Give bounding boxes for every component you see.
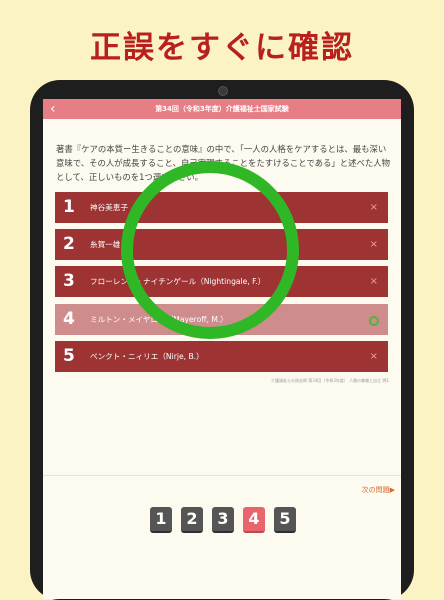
- question-text: 著書『ケアの本質ー生きることの意味』の中で、「一人の人格をケアするとは、最も深い…: [56, 144, 390, 182]
- answer-option-5[interactable]: 5 ベンクト・ニィリエ（Nirje, B.） ×: [55, 340, 388, 372]
- navbar: 第34回（令和3年度）介護福祉士国家試験 ‹: [43, 99, 401, 119]
- answer-option-4[interactable]: 4 ミルトン・メイヤロフ（Mayeroff, M.） ○: [55, 303, 388, 335]
- tablet-frame: 第34回（令和3年度）介護福祉士国家試験 ‹ 著書『ケアの本質ー生きることの意味…: [30, 80, 414, 600]
- wrong-mark-icon: ×: [369, 350, 378, 362]
- wrong-mark-icon: ×: [369, 276, 378, 288]
- page-button-5[interactable]: 5: [274, 507, 296, 533]
- answer-option-1[interactable]: 1 神谷美恵子 ×: [55, 192, 388, 223]
- source-note: 介護福祉士の過去問 第34回（令和3年度） 人間の尊厳と自立 問1: [271, 378, 389, 383]
- page-selector: 1 2 3 4 5: [150, 507, 300, 533]
- next-question-link[interactable]: 次の問題▶: [362, 485, 395, 495]
- page-button-3[interactable]: 3: [212, 507, 234, 533]
- answer-text: 糸賀一雄: [90, 240, 121, 250]
- nav-title: 第34回（令和3年度）介護福祉士国家試験: [155, 105, 289, 113]
- answer-list: 1 神谷美恵子 × 2 糸賀一雄 × 3 フローレンス・ナイチンゲール（Nigh…: [55, 192, 388, 378]
- page-button-2[interactable]: 2: [181, 507, 203, 533]
- correct-mark-icon: ○: [369, 315, 379, 326]
- wrong-mark-icon: ×: [369, 239, 378, 251]
- page-button-1[interactable]: 1: [150, 507, 172, 533]
- answer-number: 2: [63, 234, 75, 255]
- answer-number: 4: [63, 308, 75, 329]
- camera-icon: [218, 86, 228, 96]
- answer-option-3[interactable]: 3 フローレンス・ナイチンゲール（Nightingale, F.） ×: [55, 266, 388, 298]
- answer-number: 3: [63, 271, 75, 292]
- answer-number: 1: [63, 197, 75, 217]
- divider: [43, 475, 401, 476]
- wrong-mark-icon: ×: [369, 202, 378, 213]
- app-screen: 第34回（令和3年度）介護福祉士国家試験 ‹ 著書『ケアの本質ー生きることの意味…: [43, 99, 401, 599]
- answer-text: ミルトン・メイヤロフ（Mayeroff, M.）: [90, 314, 228, 324]
- promo-title: 正誤をすぐに確認: [90, 30, 354, 66]
- answer-option-2[interactable]: 2 糸賀一雄 ×: [55, 229, 388, 261]
- answer-text: 神谷美恵子: [90, 203, 128, 212]
- answer-number: 5: [63, 345, 75, 366]
- page-button-4[interactable]: 4: [243, 507, 265, 533]
- chevron-left-icon[interactable]: ‹: [50, 100, 56, 118]
- answer-text: ベンクト・ニィリエ（Nirje, B.）: [90, 351, 204, 361]
- answer-text: フローレンス・ナイチンゲール（Nightingale, F.）: [90, 277, 266, 287]
